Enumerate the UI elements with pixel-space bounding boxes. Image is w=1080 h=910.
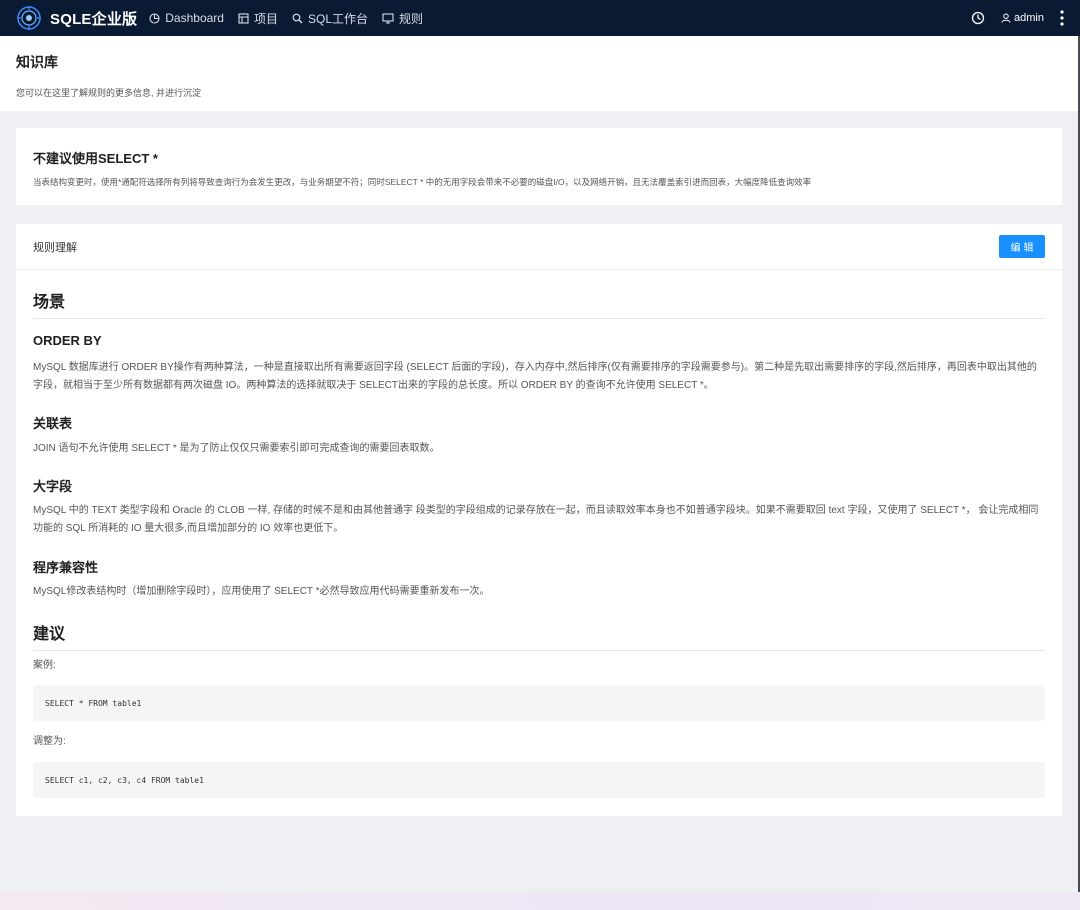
edit-button[interactable]: 编辑 [999, 235, 1045, 258]
rule-title: 不建议使用SELECT * [33, 151, 158, 166]
nav-rules[interactable]: 规则 [382, 10, 423, 27]
section-text-order-by: MySQL 数据库进行 ORDER BY操作有两种算法，一种是直接取出所有需要返… [33, 362, 1037, 391]
section-heading-order-by: ORDER BY [33, 333, 102, 348]
section-heading-large-field: 大字段 [33, 479, 73, 494]
nav-dashboard[interactable]: Dashboard [149, 11, 224, 25]
logo-text: SQLE企业版 [50, 10, 138, 28]
rule-summary-card: 不建议使用SELECT * 当表结构变更时，使用*通配符选择所有列将导致查询行为… [16, 128, 1062, 205]
topbar-actions: admin [955, 10, 1064, 26]
nav-rules-label: 规则 [399, 11, 424, 26]
example-code-block: SELECT * FROM table1 [33, 685, 1045, 721]
scene-heading: 场景 [33, 288, 1045, 319]
monitor-icon [382, 12, 394, 24]
nav-sql-workbench[interactable]: SQL工作台 [292, 10, 368, 27]
page-header: 知识库 您可以在这里了解规则的更多信息, 并进行沉淀 [0, 36, 1080, 111]
project-icon [238, 12, 249, 24]
section-text-large-field: MySQL 中的 TEXT 类型字段和 Oracle 的 CLOB 一样, 存储… [33, 505, 1039, 534]
logo-icon [17, 6, 41, 30]
adjust-code-block: SELECT c1, c2, c3, c4 FROM table1 [33, 762, 1045, 798]
user-icon [1001, 13, 1011, 23]
advice-heading: 建议 [33, 620, 1045, 651]
bottom-strip [0, 892, 1080, 910]
nav-project-label: 项目 [253, 11, 278, 26]
section-heading-join: 关联表 [33, 416, 73, 431]
detail-header-label: 规则理解 [33, 241, 77, 254]
section-text-compatibility: MySQL修改表结构时（增加删除字段时），应用使用了 SELECT *必然导致应… [33, 586, 490, 597]
search-icon [292, 13, 303, 23]
main-nav: Dashboard 项目 SQL工作台 规则 [149, 10, 437, 27]
adjust-label: 调整为: [33, 736, 66, 747]
adjust-code: SELECT c1, c2, c3, c4 FROM table1 [45, 775, 204, 785]
history-icon[interactable] [971, 11, 985, 25]
dashboard-icon [149, 12, 160, 24]
section-text-join: JOIN 语句不允许使用 SELECT * 是为了防止仅仅只需要索引即可完成查询… [33, 443, 440, 454]
example-label: 案例: [33, 660, 56, 671]
top-nav-bar: SQLE企业版 Dashboard 项目 SQL工作台 规则 admin [0, 0, 1080, 36]
nav-sql-workbench-label: SQL工作台 [307, 11, 368, 26]
detail-header: 规则理解 编辑 [16, 224, 1062, 270]
user-menu[interactable]: admin [1001, 12, 1044, 24]
rule-detail-card: 规则理解 编辑 场景 ORDER BY MySQL 数据库进行 ORDER BY… [16, 224, 1062, 816]
user-name: admin [1014, 12, 1044, 24]
page-title: 知识库 [16, 54, 58, 70]
rule-description: 当表结构变更时，使用*通配符选择所有列将导致查询行为会发生更改，与业务期望不符；… [33, 177, 812, 187]
nav-project[interactable]: 项目 [238, 10, 278, 27]
nav-dashboard-label: Dashboard [165, 11, 224, 25]
more-menu-icon[interactable] [1060, 10, 1064, 26]
logo[interactable]: SQLE企业版 [16, 5, 137, 31]
section-heading-compatibility: 程序兼容性 [33, 560, 99, 575]
page-subtitle: 您可以在这里了解规则的更多信息, 并进行沉淀 [16, 88, 202, 98]
example-code: SELECT * FROM table1 [45, 698, 142, 708]
